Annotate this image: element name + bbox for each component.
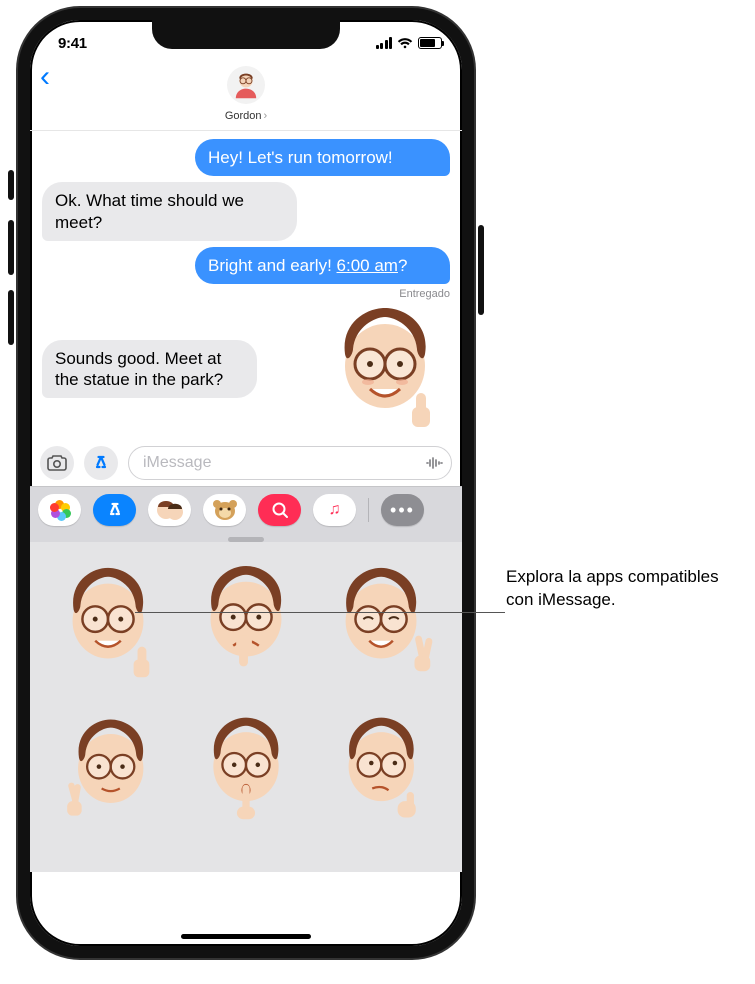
volume-up (8, 220, 14, 275)
home-indicator[interactable] (181, 934, 311, 939)
more-icon: ••• (390, 500, 415, 521)
app-music[interactable]: ♫ (313, 494, 356, 526)
phone-frame: 9:41 ‹ Gordon › (18, 8, 474, 958)
sticker-thumbs-down[interactable] (182, 556, 310, 696)
conversation-header: ‹ Gordon › (30, 66, 462, 131)
app-animoji[interactable] (203, 494, 246, 526)
music-icon: ♫ (329, 501, 341, 519)
app-store[interactable] (93, 494, 136, 526)
message-in[interactable]: Ok. What time should we meet? (42, 182, 297, 241)
photos-icon (51, 501, 69, 519)
back-button[interactable]: ‹ (40, 60, 50, 94)
sticker-thinking[interactable] (320, 710, 448, 828)
wifi-icon (397, 37, 413, 49)
message-in[interactable]: Sounds good. Meet at the statue in the p… (42, 340, 257, 399)
callout-leader-line (135, 612, 505, 613)
message-placeholder: iMessage (143, 454, 211, 472)
sticker-peace[interactable] (320, 556, 448, 696)
message-text: Bright and early! (208, 256, 337, 275)
waveform-icon (424, 453, 444, 473)
sticker-shush[interactable] (182, 710, 310, 828)
app-store-icon (105, 500, 125, 520)
sticker-fingers-crossed[interactable] (44, 710, 172, 828)
message-out[interactable]: Bright and early! 6:00 am? (195, 247, 450, 284)
conversation[interactable]: Hey! Let's run tomorrow! Ok. What time s… (30, 131, 462, 442)
app-images-search[interactable] (258, 494, 301, 526)
contact-avatar[interactable] (227, 66, 265, 104)
time-link[interactable]: 6:00 am (337, 256, 398, 275)
message-out[interactable]: Hey! Let's run tomorrow! (195, 139, 450, 176)
callout-text: Explora la apps compatibles con iMessage… (506, 566, 741, 612)
message-input[interactable]: iMessage (128, 446, 452, 480)
search-globe-icon (271, 501, 289, 519)
app-photos[interactable] (38, 494, 81, 526)
battery-icon (418, 37, 442, 49)
status-icons (376, 37, 443, 49)
camera-icon (47, 455, 67, 471)
app-store-icon (91, 453, 111, 473)
memoji-sticker-thumbs-up[interactable] (320, 304, 450, 434)
silence-switch (8, 170, 14, 200)
compose-row: iMessage (30, 442, 462, 486)
contact-name[interactable]: Gordon › (225, 110, 267, 122)
contact-name-label: Gordon (225, 110, 262, 122)
app-drawer-toggle[interactable] (84, 446, 118, 480)
message-text: ? (398, 256, 407, 275)
app-more[interactable]: ••• (381, 494, 424, 526)
volume-down (8, 290, 14, 345)
drawer-grabber[interactable] (228, 537, 264, 542)
status-time: 9:41 (58, 35, 87, 52)
chevron-right-icon: › (264, 110, 268, 122)
memoji-icon (155, 498, 185, 522)
notch (152, 19, 340, 49)
imessage-app-strip: ♫ ••• (30, 486, 462, 542)
app-memoji[interactable] (148, 494, 191, 526)
camera-button[interactable] (40, 446, 74, 480)
power-button (478, 225, 484, 315)
divider (368, 498, 369, 522)
sticker-thumbs-up[interactable] (44, 556, 172, 696)
animoji-icon (212, 498, 238, 522)
delivered-status: Entregado (42, 288, 450, 300)
sticker-panel[interactable] (30, 542, 462, 872)
cellular-icon (376, 37, 393, 49)
audio-message-button[interactable] (421, 450, 447, 476)
